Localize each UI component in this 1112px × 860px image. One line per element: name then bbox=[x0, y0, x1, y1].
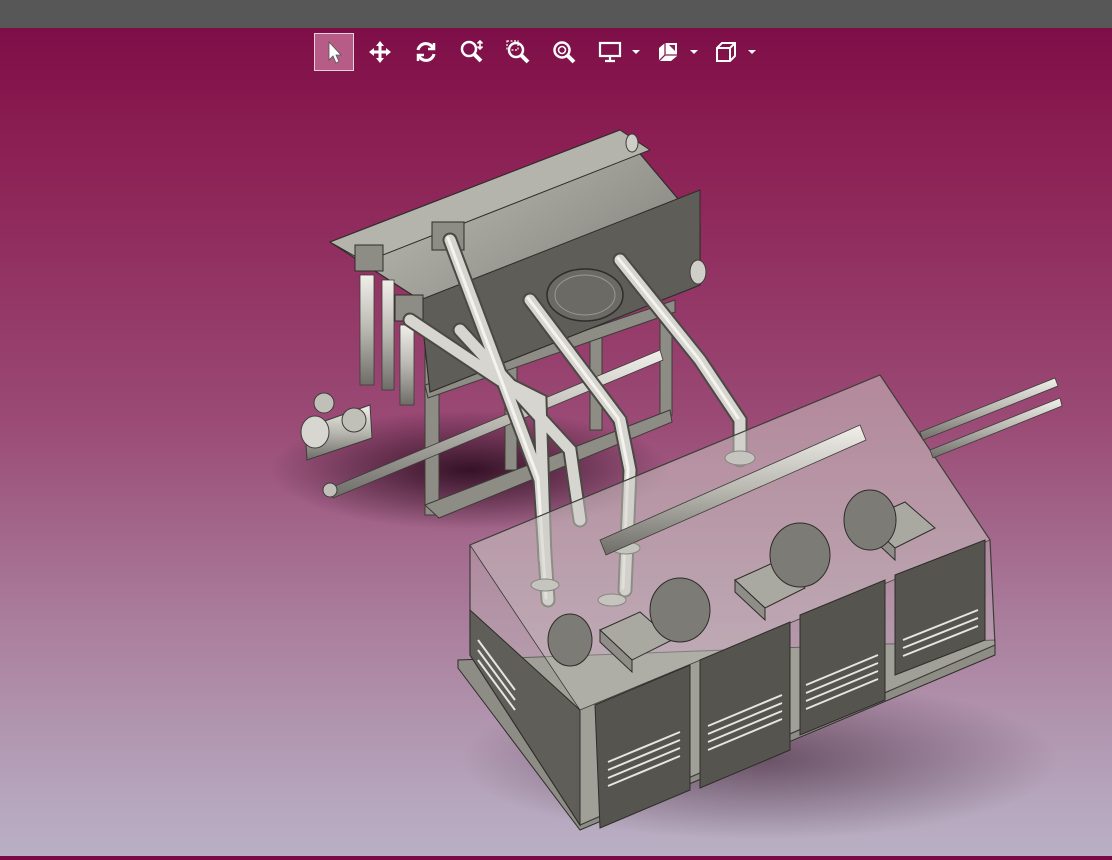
assembly-model[interactable] bbox=[0, 28, 1112, 856]
3d-viewport[interactable] bbox=[0, 28, 1112, 856]
window-titlebar bbox=[0, 0, 1112, 28]
